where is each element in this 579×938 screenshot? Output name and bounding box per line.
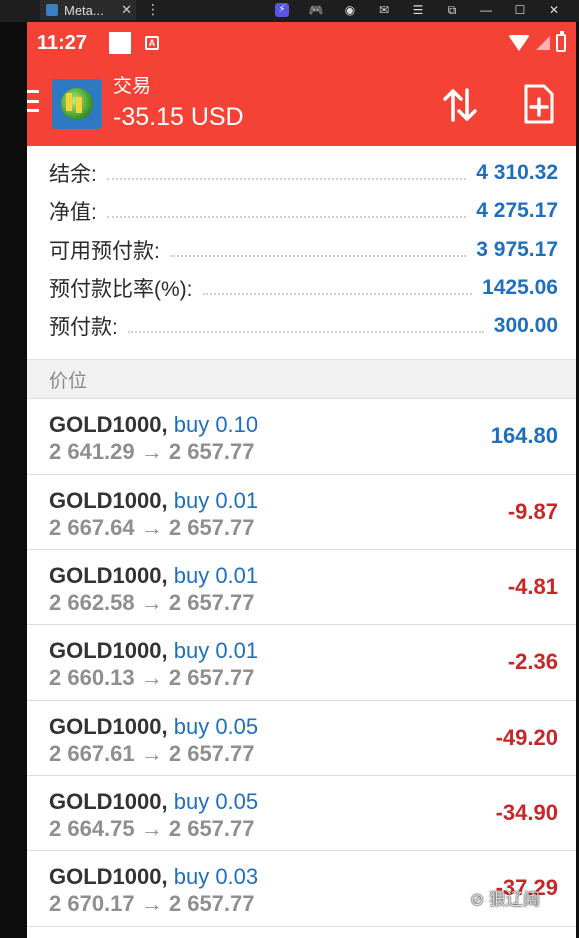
host-window-bar: Meta... ✕ ⋮ ⚡ 🎮 ◉ ✉ ☰ ⧉ — ☐ ✕ (0, 0, 579, 22)
positions-section-header: 价位 (27, 359, 576, 400)
margin-label: 预付款: (49, 316, 118, 340)
position-side: buy 0.05 (173, 788, 259, 814)
position-symbol: GOLD1000, (49, 487, 168, 513)
new-order-icon[interactable] (523, 84, 555, 124)
position-side: buy 0.05 (173, 713, 259, 739)
position-profit: 164.80 (490, 423, 558, 449)
position-row[interactable]: GOLD1000, buy 0.05 2 664.75 → 2 657.77 -… (27, 775, 576, 852)
position-row[interactable]: GOLD1000, buy 0.01 2 667.64 → 2 657.77 -… (27, 474, 576, 551)
free-margin-label: 可用预付款: (49, 239, 160, 263)
gamepad-icon[interactable]: 🎮 (299, 0, 333, 20)
signal-icon (536, 36, 550, 50)
dot-leader (106, 178, 467, 181)
position-title: GOLD1000, buy 0.03 (49, 864, 258, 890)
watermark: ⊘ 狠辽阔 (470, 890, 540, 909)
menu-icon[interactable]: ☰ (401, 0, 435, 20)
phone-screen: 11:27 A 交易 -35.15 USD 结余: 4 310.32 净值: 4… (27, 22, 576, 938)
position-title: GOLD1000, buy 0.10 (49, 412, 258, 438)
position-row[interactable]: GOLD1000, buy 0.01 2 662.58 → 2 657.77 -… (27, 550, 576, 626)
dot-leader (127, 331, 484, 334)
position-symbol: GOLD1000, (49, 788, 168, 814)
position-side: buy 0.01 (173, 638, 259, 664)
host-tab-title: Meta... (64, 2, 104, 18)
position-title: GOLD1000, buy 0.01 (49, 563, 258, 589)
battery-icon (556, 31, 566, 52)
account-summary: 结余: 4 310.32 净值: 4 275.17 可用预付款: 3 975.1… (27, 146, 576, 345)
dot-leader (169, 254, 467, 257)
sort-icon[interactable] (441, 86, 479, 124)
dot-leader (202, 293, 473, 296)
free-margin-row: 可用预付款: 3 975.17 (49, 231, 558, 269)
margin-value: 300.00 (493, 314, 558, 338)
popout-icon[interactable]: ⧉ (435, 0, 469, 20)
position-side: buy 0.01 (173, 487, 259, 513)
balance-label: 结余: (49, 163, 97, 187)
host-tab[interactable]: Meta... ✕ (40, 0, 136, 20)
position-title: GOLD1000, buy 0.05 (49, 789, 258, 815)
position-prices: 2 664.75 → 2 657.77 (49, 815, 255, 841)
position-prices: 2 667.64 → 2 657.77 (49, 514, 255, 540)
page-title: 交易 (113, 76, 152, 97)
position-prices: 2 670.17 → 2 657.77 (49, 891, 255, 917)
position-symbol: GOLD1000, (49, 713, 168, 739)
minimize-icon[interactable]: — (469, 0, 503, 20)
margin-level-label: 预付款比率(%): (49, 278, 193, 302)
positions-list: GOLD1000, buy 0.10 2 641.29 → 2 657.77 1… (27, 399, 576, 927)
position-symbol: GOLD1000, (49, 638, 168, 664)
total-profit: -35.15 USD (113, 103, 244, 131)
position-symbol: GOLD1000, (49, 864, 168, 890)
margin-level-value: 1425.06 (482, 276, 558, 300)
title-block: 交易 -35.15 USD (113, 74, 244, 134)
boost-icon[interactable]: ⚡ (265, 0, 299, 20)
app-bar: 交易 -35.15 USD (27, 64, 576, 146)
position-prices: 2 667.61 → 2 657.77 (49, 740, 255, 766)
host-toolbar: ⚡ 🎮 ◉ ✉ ☰ ⧉ — ☐ ✕ (265, 0, 571, 20)
maximize-icon[interactable]: ☐ (503, 0, 537, 20)
position-row[interactable]: GOLD1000, buy 0.10 2 641.29 → 2 657.77 1… (27, 399, 576, 475)
section-label: 价位 (49, 370, 88, 392)
position-profit: -34.90 (495, 799, 558, 825)
position-prices: 2 662.58 → 2 657.77 (49, 590, 255, 616)
position-profit: -9.87 (507, 498, 558, 524)
wifi-icon (508, 35, 530, 51)
position-prices: 2 660.13 → 2 657.77 (49, 665, 255, 691)
hamburger-menu-icon[interactable] (27, 90, 39, 112)
position-symbol: GOLD1000, (49, 563, 168, 589)
position-side: buy 0.10 (173, 412, 259, 438)
close-tab-icon[interactable]: ✕ (121, 2, 132, 18)
metatrader-app-icon (46, 4, 58, 16)
notification-square-icon (109, 32, 131, 54)
equity-label: 净值: (49, 201, 97, 225)
position-title: GOLD1000, buy 0.01 (49, 638, 258, 664)
mail-icon[interactable]: ✉ (367, 0, 401, 20)
metatrader-logo (52, 79, 102, 129)
notification-a-icon: A (145, 36, 159, 50)
position-row[interactable]: GOLD1000, buy 0.01 2 660.13 → 2 657.77 -… (27, 625, 576, 701)
position-profit: -4.81 (507, 574, 558, 600)
free-margin-value: 3 975.17 (476, 237, 558, 261)
margin-row: 预付款: 300.00 (49, 307, 558, 345)
more-options-icon[interactable]: ⋮ (146, 1, 160, 18)
position-row[interactable]: GOLD1000, buy 0.05 2 667.61 → 2 657.77 -… (27, 700, 576, 776)
account-icon[interactable]: ◉ (333, 0, 367, 20)
left-border (0, 22, 27, 938)
status-bar: 11:27 A (27, 22, 576, 64)
dot-leader (106, 216, 467, 219)
status-time: 11:27 (37, 31, 88, 54)
status-icons (508, 31, 566, 52)
equity-value: 4 275.17 (476, 199, 558, 223)
position-symbol: GOLD1000, (49, 412, 168, 438)
position-profit: -49.20 (495, 724, 558, 750)
balance-row: 结余: 4 310.32 (49, 154, 558, 192)
position-side: buy 0.03 (173, 864, 259, 890)
balance-value: 4 310.32 (476, 161, 558, 185)
equity-row: 净值: 4 275.17 (49, 192, 558, 230)
position-side: buy 0.01 (173, 563, 259, 589)
position-profit: -2.36 (507, 649, 558, 675)
position-title: GOLD1000, buy 0.01 (49, 488, 258, 514)
margin-level-row: 预付款比率(%): 1425.06 (49, 269, 558, 307)
position-prices: 2 641.29 → 2 657.77 (49, 439, 255, 465)
close-window-icon[interactable]: ✕ (537, 0, 571, 20)
position-title: GOLD1000, buy 0.05 (49, 714, 258, 740)
